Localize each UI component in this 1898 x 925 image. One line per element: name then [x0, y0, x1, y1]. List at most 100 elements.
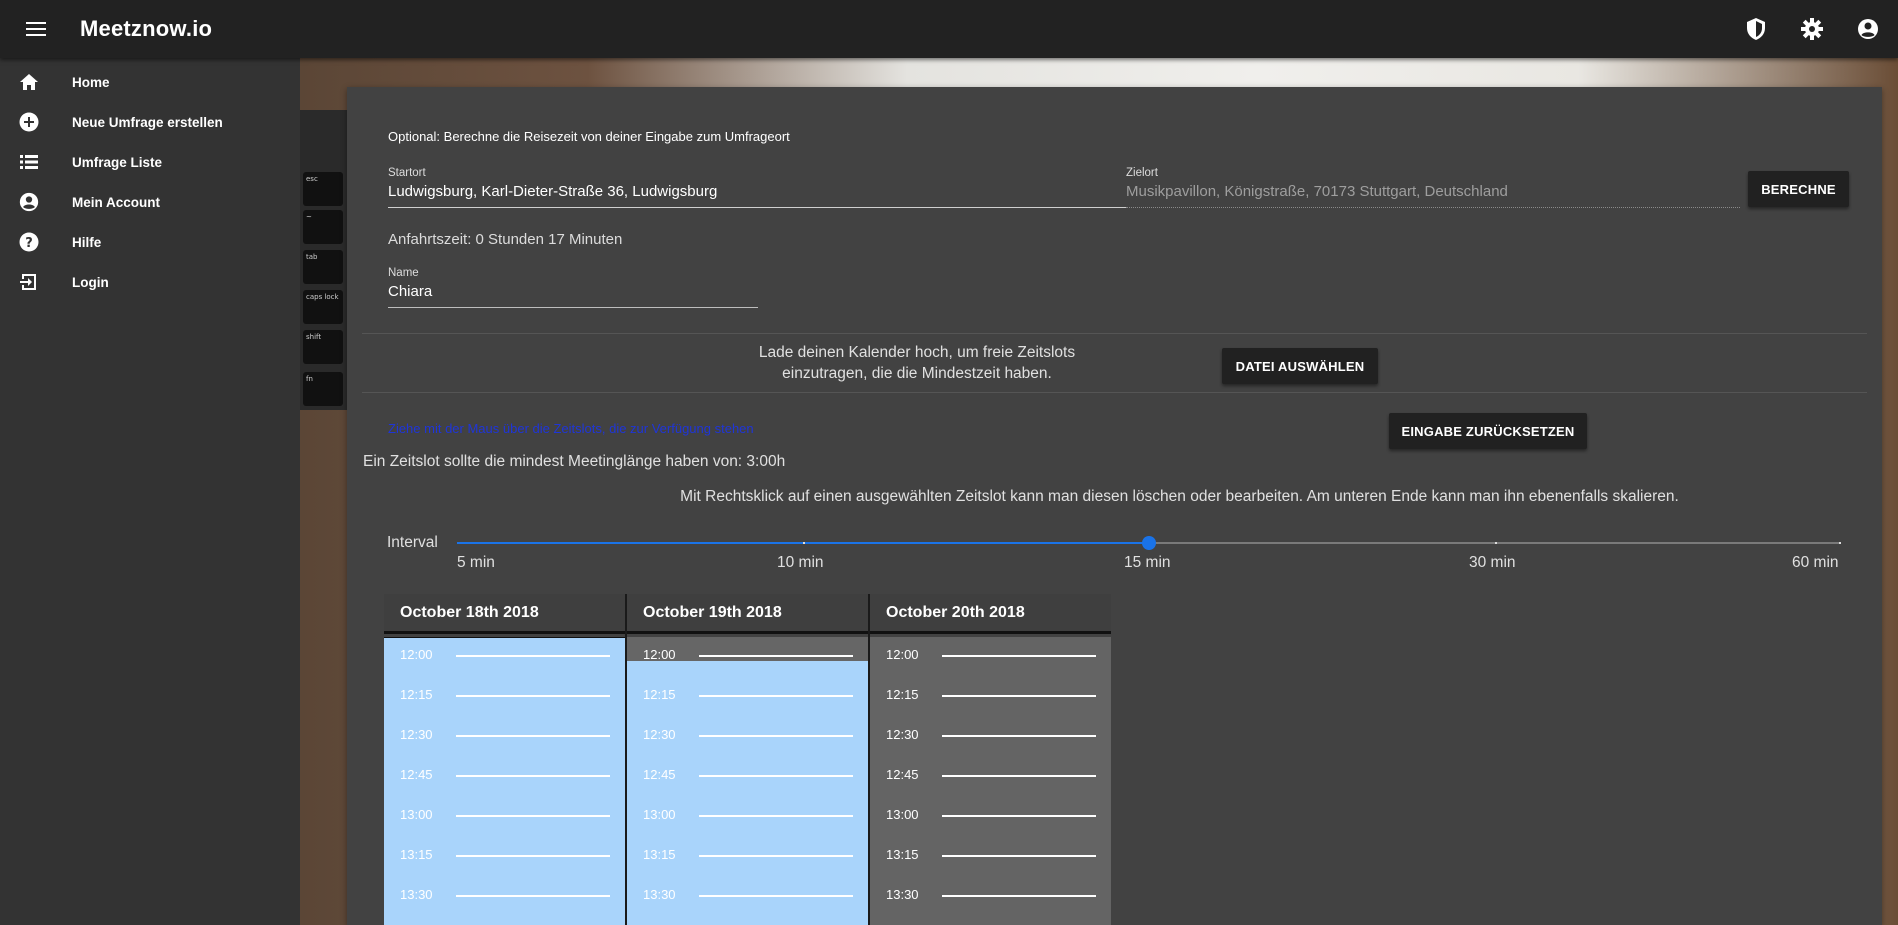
help-icon: ? — [14, 232, 44, 252]
time-slot-row[interactable]: 12:30 — [384, 727, 625, 767]
slot-line — [942, 655, 1096, 657]
right-click-hint: Mit Rechtsklick auf einen ausgewählten Z… — [680, 488, 1679, 505]
time-slot-row[interactable]: 12:45 — [870, 767, 1111, 807]
interval-label: Interval — [387, 534, 438, 551]
sidebar-item-label: Mein Account — [72, 194, 161, 210]
calendar-day-slots[interactable]: 12:00 12:15 12:30 12:45 13:00 13:15 13:3… — [384, 637, 625, 925]
slot-line — [942, 895, 1096, 897]
time-label: 13:00 — [886, 807, 919, 822]
time-slot-row[interactable]: 13:00 — [870, 807, 1111, 847]
upload-text-line: Lade deinen Kalender hoch, um freie Zeit… — [758, 344, 1076, 361]
sidebar-item-account[interactable]: Mein Account — [0, 182, 300, 222]
calendar-day-column: October 20th 2018 12:00 12:15 12:30 12:4… — [870, 594, 1111, 925]
start-field[interactable]: Startort Ludwigsburg, Karl-Dieter-Straße… — [388, 167, 1126, 208]
time-label: 13:30 — [886, 887, 919, 902]
interval-option[interactable]: 5 min — [457, 554, 495, 572]
sidebar-item-label: Login — [72, 274, 109, 290]
min-length-text: Ein Zeitslot sollte die mindest Meetingl… — [363, 453, 786, 470]
time-slot-row[interactable]: 12:00 — [384, 647, 625, 687]
sidebar-item-login[interactable]: Login — [0, 262, 300, 302]
interval-slider-tick — [803, 542, 805, 544]
name-label: Name — [388, 267, 419, 279]
sidebar-item-label: Neue Umfrage erstellen — [72, 114, 223, 130]
time-label: 13:00 — [400, 807, 433, 822]
time-slot-row[interactable]: 12:00 — [627, 647, 868, 687]
menu-icon[interactable] — [18, 11, 54, 47]
slot-line — [699, 735, 853, 737]
sidebar-item-new-poll[interactable]: Neue Umfrage erstellen — [0, 102, 300, 142]
gear-icon[interactable] — [1794, 11, 1830, 47]
calendar-day-column: October 19th 2018 12:00 12:15 12:30 12:4… — [627, 594, 868, 925]
start-input[interactable]: Ludwigsburg, Karl-Dieter-Straße 36, Ludw… — [388, 183, 1126, 208]
keyboard-key: caps lock — [303, 290, 343, 324]
slot-line — [699, 895, 853, 897]
time-slot-row[interactable]: 12:15 — [384, 687, 625, 727]
name-input[interactable]: Chiara — [388, 283, 758, 308]
dest-field[interactable]: Zielort Musikpavillon, Königstraße, 7017… — [1126, 167, 1740, 208]
login-icon — [14, 272, 44, 292]
sidebar-item-home[interactable]: Home — [0, 62, 300, 102]
interval-option[interactable]: 10 min — [777, 554, 824, 572]
calendar-day-title: October 20th 2018 — [870, 594, 1111, 634]
calendar-day-slots[interactable]: 12:00 12:15 12:30 12:45 13:00 13:15 13:3… — [627, 637, 868, 925]
slot-line — [942, 855, 1096, 857]
sidebar-item-poll-list[interactable]: Umfrage Liste — [0, 142, 300, 182]
slot-line — [456, 855, 610, 857]
time-label: 12:00 — [886, 647, 919, 662]
time-slot-row[interactable]: 13:15 — [870, 847, 1111, 887]
time-slot-row[interactable]: 12:45 — [384, 767, 625, 807]
add-circle-icon — [14, 112, 44, 132]
slot-line — [456, 655, 610, 657]
time-slot-row[interactable]: 12:45 — [627, 767, 868, 807]
name-field[interactable]: Name Chiara — [388, 267, 758, 308]
time-slot-row[interactable]: 13:00 — [627, 807, 868, 847]
time-slot-row[interactable]: 13:00 — [384, 807, 625, 847]
top-actions — [1738, 11, 1886, 47]
calendar-day-title: October 19th 2018 — [627, 594, 868, 634]
keyboard-image: esc ~ tab caps lock shift fn — [300, 110, 350, 410]
slot-line — [456, 775, 610, 777]
time-slot-row[interactable]: 12:30 — [870, 727, 1111, 767]
sidebar-item-label: Umfrage Liste — [72, 154, 163, 170]
shield-icon[interactable] — [1738, 11, 1774, 47]
app-title[interactable]: Meetznow.io — [80, 16, 212, 42]
time-slot-row[interactable]: 12:00 — [870, 647, 1111, 687]
sidebar-item-label: Hilfe — [72, 234, 102, 250]
reset-button[interactable]: EINGABE ZURÜCKSETZEN — [1389, 413, 1587, 449]
slot-line — [456, 735, 610, 737]
interval-option[interactable]: 15 min — [1124, 554, 1171, 572]
time-slot-row[interactable]: 13:30 — [870, 887, 1111, 925]
calendar-day-slots[interactable]: 12:00 12:15 12:30 12:45 13:00 13:15 13:3… — [870, 637, 1111, 925]
travel-result: Anfahrtszeit: 0 Stunden 17 Minuten — [388, 231, 623, 248]
time-slot-row[interactable]: 13:30 — [627, 887, 868, 925]
time-slot-row[interactable]: 12:15 — [870, 687, 1111, 727]
interval-slider-thumb[interactable] — [1142, 536, 1156, 550]
divider — [362, 392, 1867, 393]
time-label: 13:15 — [643, 847, 676, 862]
time-slot-row[interactable]: 13:15 — [384, 847, 625, 887]
time-slot-row[interactable]: 12:15 — [627, 687, 868, 727]
time-label: 12:30 — [643, 727, 676, 742]
time-slot-row[interactable]: 13:30 — [384, 887, 625, 925]
time-label: 12:15 — [400, 687, 433, 702]
slot-line — [942, 695, 1096, 697]
dest-input[interactable]: Musikpavillon, Königstraße, 70173 Stuttg… — [1126, 183, 1740, 208]
sidebar-item-help[interactable]: ? Hilfe — [0, 222, 300, 262]
choose-file-button[interactable]: DATEI AUSWÄHLEN — [1222, 348, 1378, 384]
time-slot-row[interactable]: 12:30 — [627, 727, 868, 767]
home-icon — [14, 73, 44, 91]
interval-option[interactable]: 60 min — [1792, 554, 1839, 572]
slot-line — [699, 815, 853, 817]
interval-option[interactable]: 30 min — [1469, 554, 1516, 572]
svg-text:?: ? — [25, 236, 33, 251]
slot-line — [942, 775, 1096, 777]
upload-instructions: Lade deinen Kalender hoch, um freie Zeit… — [727, 342, 1107, 384]
poll-panel: Optional: Berechne die Reisezeit von dei… — [347, 87, 1882, 925]
slot-line — [456, 815, 610, 817]
account-icon[interactable] — [1850, 11, 1886, 47]
time-label: 13:15 — [400, 847, 433, 862]
calendar-day-column: October 18th 2018 12:00 12:15 12:30 12:4… — [384, 594, 625, 925]
slot-line — [699, 855, 853, 857]
time-slot-row[interactable]: 13:15 — [627, 847, 868, 887]
calculate-button[interactable]: BERECHNE — [1748, 171, 1849, 207]
